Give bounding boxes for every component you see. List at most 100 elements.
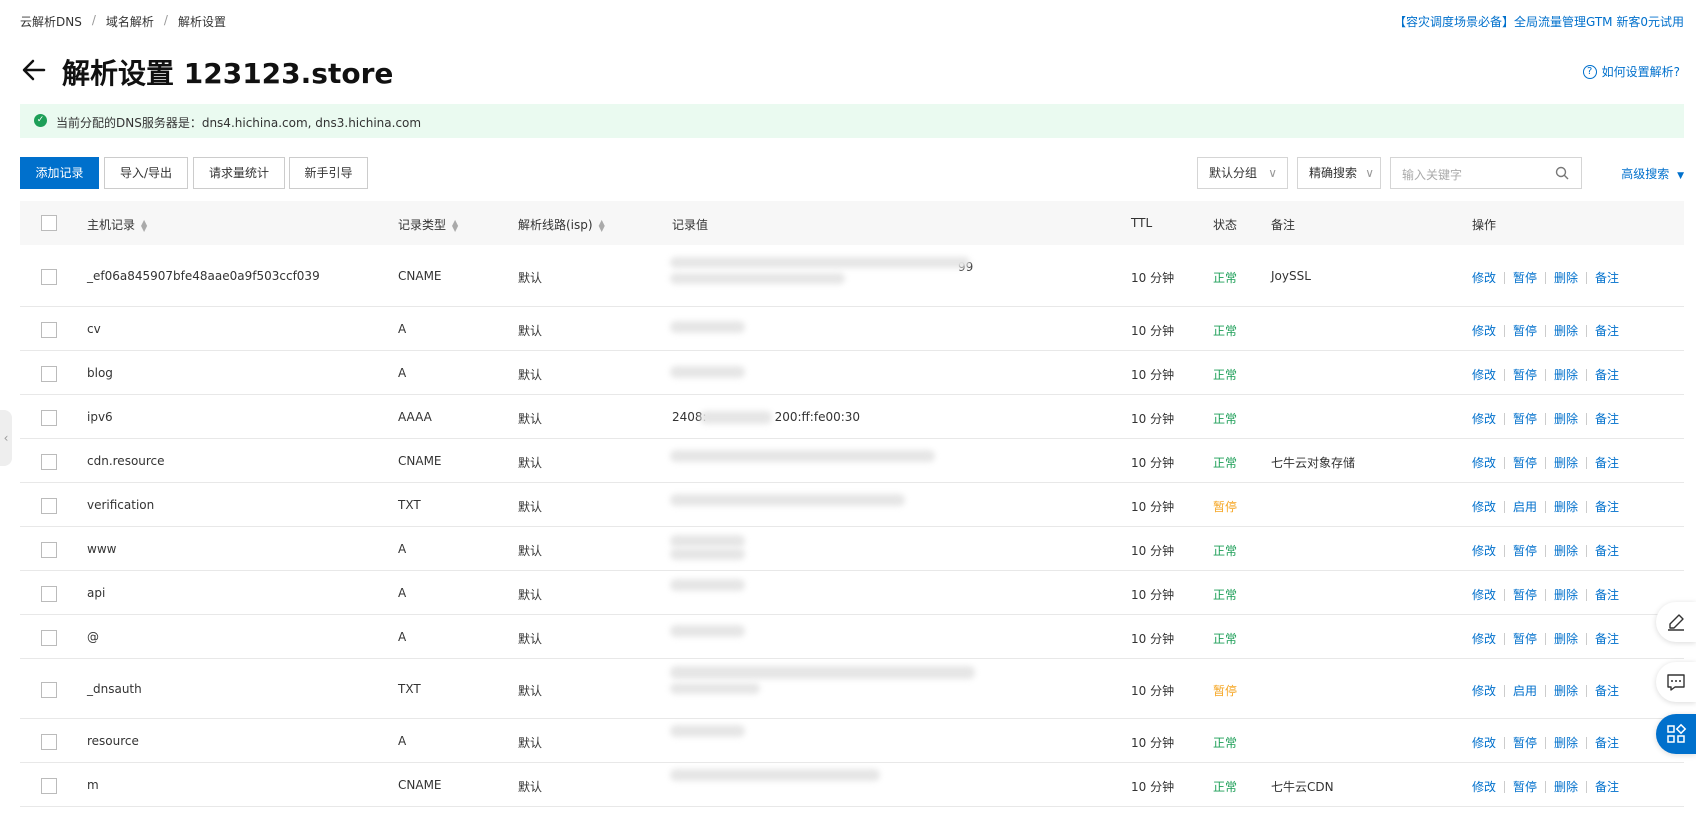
row-checkbox[interactable] [41,410,57,426]
toggle-link[interactable]: 暂停 [1513,734,1537,751]
row-checkbox[interactable] [41,682,57,698]
toggle-link[interactable]: 启用 [1513,498,1537,515]
remark-link[interactable]: 备注 [1595,498,1619,515]
ttl-value: 10 分钟 [1131,324,1175,338]
group-select-value: 默认分组 [1209,166,1258,180]
pencil-icon [1668,614,1684,631]
edit-link[interactable]: 修改 [1472,734,1496,751]
redacted-value [670,625,745,637]
sort-icon: ▲ ▼ [452,217,459,233]
title-row: 解析设置 123123.store ? 如何设置解析? [20,50,1680,90]
column-line[interactable]: 解析线路(isp) ▲ ▼ [518,216,605,233]
row-checkbox[interactable] [41,734,57,750]
collapse-handle[interactable]: ‹ [0,410,12,466]
import-export-button[interactable]: 导入/导出 [104,157,188,189]
toggle-link[interactable]: 暂停 [1513,366,1537,383]
toggle-link[interactable]: 暂停 [1513,410,1537,427]
breadcrumb-item[interactable]: 云解析DNS [20,13,82,30]
remark-link[interactable]: 备注 [1595,542,1619,559]
status-badge: 正常 [1213,271,1238,285]
breadcrumb-separator: / [91,13,96,27]
edit-link[interactable]: 修改 [1472,586,1496,603]
record-type: A [398,734,407,748]
remark-link[interactable]: 备注 [1595,586,1619,603]
column-host[interactable]: 主机记录 ▲ ▼ [87,216,147,233]
guide-button[interactable]: 新手引导 [289,157,368,189]
toggle-link[interactable]: 暂停 [1513,542,1537,559]
row-checkbox[interactable] [41,454,57,470]
toggle-link[interactable]: 启用 [1513,682,1537,699]
row-checkbox[interactable] [41,542,57,558]
row-actions: 修改 暂停 删除 备注 [1472,778,1619,795]
remark-link[interactable]: 备注 [1595,269,1619,286]
row-checkbox[interactable] [41,322,57,338]
remark-link[interactable]: 备注 [1595,682,1619,699]
edit-link[interactable]: 修改 [1472,682,1496,699]
row-checkbox[interactable] [41,269,57,285]
remark-link[interactable]: 备注 [1595,734,1619,751]
row-checkbox[interactable] [41,366,57,382]
edit-link[interactable]: 修改 [1472,269,1496,286]
delete-link[interactable]: 删除 [1554,682,1578,699]
delete-link[interactable]: 删除 [1554,586,1578,603]
delete-link[interactable]: 删除 [1554,498,1578,515]
help-link[interactable]: ? 如何设置解析? [1582,63,1680,80]
advanced-search-link[interactable]: 高级搜索 ▼ [1621,165,1684,182]
feedback-float-button[interactable] [1656,662,1696,702]
remark-link[interactable]: 备注 [1595,778,1619,795]
apps-float-button[interactable] [1656,714,1696,754]
request-stats-button[interactable]: 请求量统计 [193,157,285,189]
edit-link[interactable]: 修改 [1472,366,1496,383]
delete-link[interactable]: 删除 [1554,322,1578,339]
row-checkbox[interactable] [41,586,57,602]
select-all-checkbox[interactable] [41,215,57,231]
delete-link[interactable]: 删除 [1554,454,1578,471]
toggle-link[interactable]: 暂停 [1513,322,1537,339]
toggle-link[interactable]: 暂停 [1513,269,1537,286]
edit-link[interactable]: 修改 [1472,542,1496,559]
redacted-value [670,494,905,506]
column-type[interactable]: 记录类型 ▲ ▼ [398,216,458,233]
search-icon[interactable] [1555,166,1569,180]
remark-link[interactable]: 备注 [1595,630,1619,647]
promo-link[interactable]: 【容灾调度场景必备】全局流量管理GTM 新客0元试用 [1394,13,1684,30]
status-badge: 正常 [1213,780,1238,794]
delete-link[interactable]: 删除 [1554,630,1578,647]
search-input[interactable]: 输入关键字 [1390,157,1582,189]
edit-link[interactable]: 修改 [1472,322,1496,339]
delete-link[interactable]: 删除 [1554,410,1578,427]
edit-link[interactable]: 修改 [1472,630,1496,647]
table-row: cv A 默认 10 分钟 正常 修改 暂停 删除 备注 [20,307,1684,351]
row-checkbox[interactable] [41,630,57,646]
host-record: blog [87,366,113,380]
redacted-value [670,366,745,378]
dns-server-notice: ✓ 当前分配的DNS服务器是：dns4.hichina.com, dns3.hi… [20,104,1684,138]
back-arrow-icon[interactable] [20,56,48,84]
edit-link[interactable]: 修改 [1472,498,1496,515]
edit-link[interactable]: 修改 [1472,778,1496,795]
group-select[interactable]: 默认分组 ∨ [1197,157,1288,189]
delete-link[interactable]: 删除 [1554,734,1578,751]
edit-link[interactable]: 修改 [1472,410,1496,427]
toggle-link[interactable]: 暂停 [1513,586,1537,603]
remark-link[interactable]: 备注 [1595,322,1619,339]
row-checkbox[interactable] [41,778,57,794]
toggle-link[interactable]: 暂停 [1513,454,1537,471]
match-mode-select[interactable]: 精确搜索 ∨ [1297,157,1381,189]
remark-link[interactable]: 备注 [1595,410,1619,427]
toggle-link[interactable]: 暂停 [1513,630,1537,647]
delete-link[interactable]: 删除 [1554,542,1578,559]
delete-link[interactable]: 删除 [1554,778,1578,795]
edit-link[interactable]: 修改 [1472,454,1496,471]
remark-link[interactable]: 备注 [1595,454,1619,471]
breadcrumb-item[interactable]: 域名解析 [106,13,154,30]
delete-link[interactable]: 删除 [1554,366,1578,383]
add-record-button[interactable]: 添加记录 [20,157,99,189]
edit-float-button[interactable] [1656,602,1696,642]
row-checkbox[interactable] [41,498,57,514]
toggle-link[interactable]: 暂停 [1513,778,1537,795]
delete-link[interactable]: 删除 [1554,269,1578,286]
remark-link[interactable]: 备注 [1595,366,1619,383]
chat-icon [1667,674,1685,691]
page-title: 解析设置 123123.store [62,57,394,90]
